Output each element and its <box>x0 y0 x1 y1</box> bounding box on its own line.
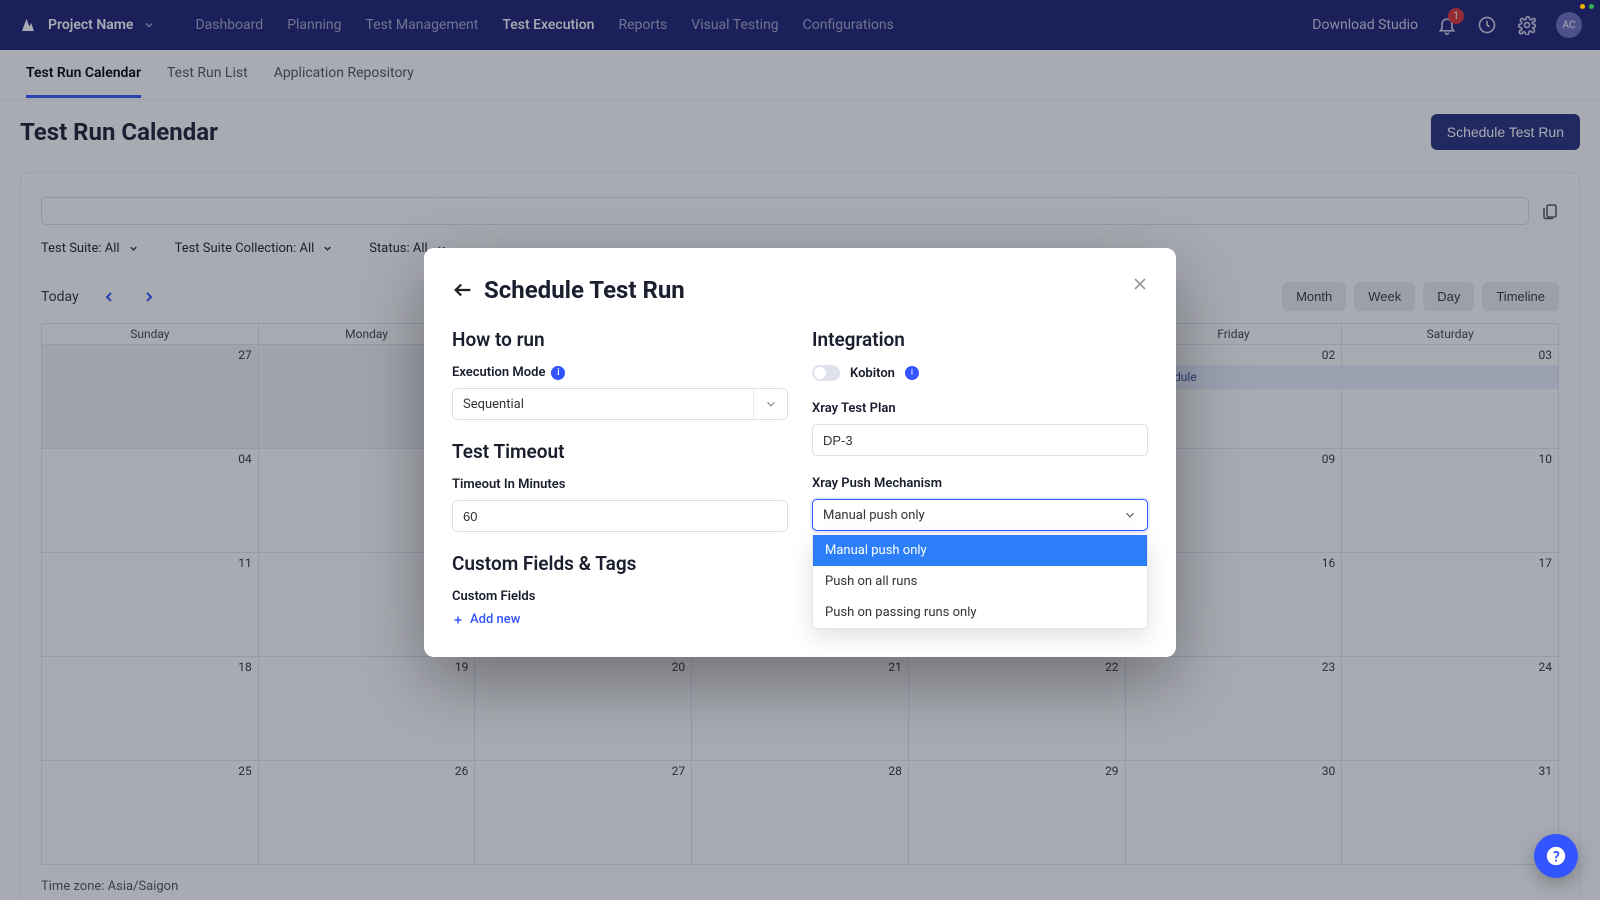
window-traffic-lights <box>1580 4 1594 9</box>
chevron-down-icon <box>1113 500 1147 530</box>
push-option-passing[interactable]: Push on passing runs only <box>813 597 1147 628</box>
modal-title: Schedule Test Run <box>484 276 685 304</box>
section-test-timeout: Test Timeout <box>452 440 788 463</box>
xray-test-plan-label: Xray Test Plan <box>812 401 1148 416</box>
kobiton-toggle[interactable] <box>812 365 840 381</box>
xray-push-dropdown: Manual push only Push on all runs Push o… <box>812 535 1148 629</box>
modal-right-column: Integration Kobiton i Xray Test Plan Xra… <box>812 328 1148 627</box>
schedule-test-run-modal: Schedule Test Run How to run Execution M… <box>424 248 1176 657</box>
timeout-input[interactable] <box>452 500 788 532</box>
push-option-manual[interactable]: Manual push only <box>813 535 1147 566</box>
add-new-label: Add new <box>470 612 520 627</box>
xray-test-plan-input[interactable] <box>812 424 1148 456</box>
xray-push-select[interactable]: Manual push only <box>812 499 1148 531</box>
modal-overlay[interactable]: Schedule Test Run How to run Execution M… <box>0 0 1600 900</box>
timeout-label: Timeout In Minutes <box>452 477 788 492</box>
add-new-button[interactable]: Add new <box>452 612 788 627</box>
push-option-all[interactable]: Push on all runs <box>813 566 1147 597</box>
section-custom-fields-tags: Custom Fields & Tags <box>452 552 788 575</box>
custom-fields-label: Custom Fields <box>452 589 788 604</box>
kobiton-row: Kobiton i <box>812 365 1148 381</box>
section-how-to-run: How to run <box>452 328 788 351</box>
section-integration: Integration <box>812 328 1148 351</box>
help-fab-icon[interactable] <box>1534 834 1578 878</box>
info-icon[interactable]: i <box>905 366 919 380</box>
execution-mode-value: Sequential <box>463 397 524 412</box>
kobiton-label: Kobiton <box>850 366 895 381</box>
execution-mode-select[interactable]: Sequential <box>452 388 788 420</box>
execution-mode-label-text: Execution Mode <box>452 365 545 380</box>
chevron-down-icon <box>753 389 787 419</box>
back-arrow-icon[interactable] <box>452 279 474 301</box>
xray-push-value: Manual push only <box>823 508 925 523</box>
modal-left-column: How to run Execution Mode i Sequential T… <box>452 328 788 627</box>
execution-mode-label: Execution Mode i <box>452 365 788 380</box>
info-icon[interactable]: i <box>551 366 565 380</box>
xray-push-label: Xray Push Mechanism <box>812 476 1148 491</box>
close-icon[interactable] <box>1130 274 1152 296</box>
